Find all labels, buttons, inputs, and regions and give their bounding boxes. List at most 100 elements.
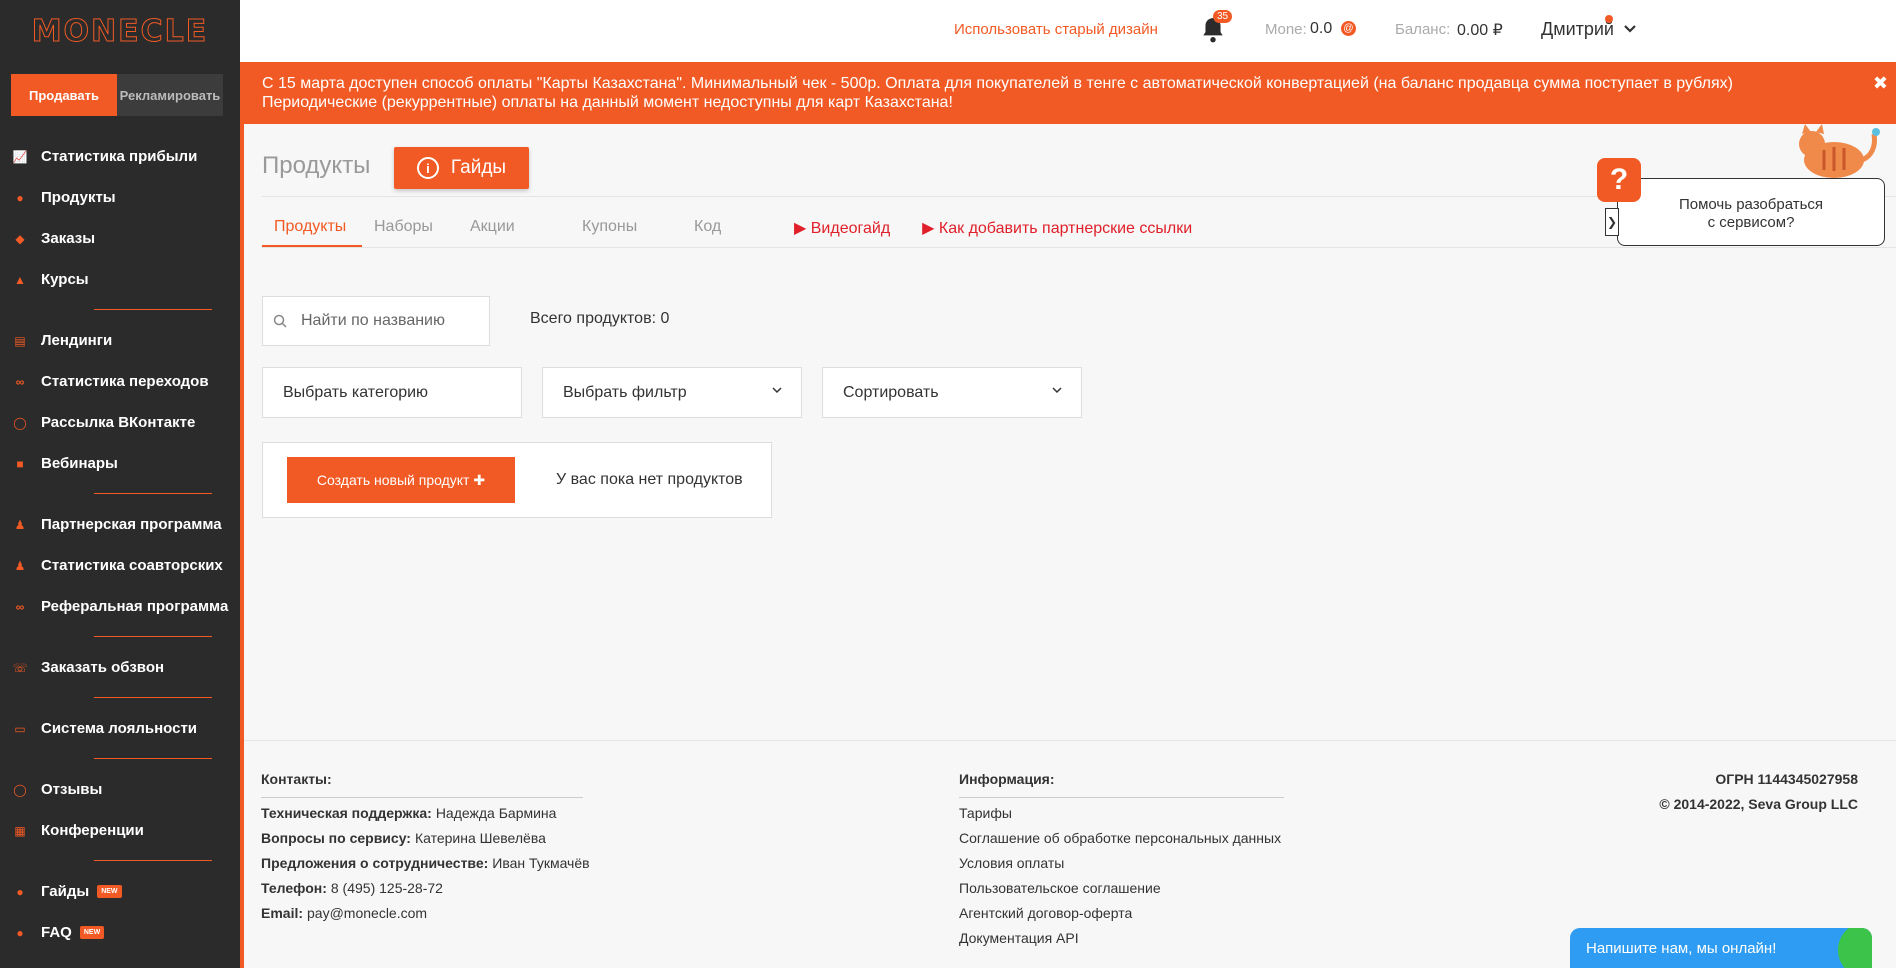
sidebar-item-label: Статистика переходов — [41, 373, 209, 390]
help-line-2: с сервисом? — [1707, 214, 1795, 231]
footer-link[interactable]: Документация API — [959, 930, 1079, 946]
contact-label: Email: — [261, 905, 304, 921]
chat-label: Напишите нам, мы онлайн! — [1586, 940, 1777, 957]
user-menu[interactable]: Дмитрий — [1541, 19, 1614, 40]
chevron-right-icon[interactable]: ❯ — [1605, 208, 1619, 236]
tab[interactable]: Купоны — [570, 218, 682, 248]
sidebar-divider — [94, 860, 212, 861]
sidebar-item[interactable]: ▲ Курсы — [0, 259, 240, 300]
sidebar-menu: 📈 Статистика прибыли ● Продукты ◆ Заказы ▲ Курс… — [0, 136, 240, 953]
help-line-1: Помочь разобраться — [1678, 196, 1824, 213]
sidebar-item[interactable]: ☏ Заказать обзвон — [0, 647, 240, 688]
contacts-heading: Контакты: — [261, 771, 332, 787]
info-circle-icon: ● — [16, 884, 24, 899]
sidebar-item-label: Заказать обзвон — [41, 659, 165, 676]
sidebar-item[interactable]: ▭ Система лояльности — [0, 708, 240, 749]
footer-divider — [244, 740, 1896, 741]
sidebar-item[interactable]: 📈 Статистика прибыли — [0, 136, 240, 177]
sidebar-item-label: Продукты — [41, 189, 116, 206]
money-value: 0.0 — [1310, 20, 1333, 37]
tag-icon: ◆ — [15, 231, 25, 246]
chevron-down-icon[interactable] — [1622, 20, 1638, 36]
tab[interactable]: Акции — [458, 218, 570, 248]
phone-icon: ☏ — [12, 660, 28, 675]
comments-icon: ◯ — [13, 782, 27, 797]
balance-label: Баланс: — [1395, 21, 1451, 38]
divider — [261, 797, 583, 798]
sidebar-item-label: Лендинги — [41, 332, 113, 349]
help-bubble[interactable]: Помочь разобраться с сервисом? — [1617, 178, 1885, 246]
sidebar-divider — [94, 697, 212, 698]
chevron-down-icon — [772, 387, 782, 394]
sidebar-item[interactable]: ▦ Конференции — [0, 810, 240, 851]
sidebar-item[interactable]: ∞ Реферальная программа — [0, 586, 240, 627]
contact-line: Email: pay@monecle.com — [261, 905, 427, 921]
footer-link[interactable]: Агентский договор-оферта — [959, 905, 1132, 921]
contact-value[interactable]: pay@monecle.com — [307, 905, 427, 921]
contact-label: Техническая поддержка: — [261, 805, 432, 821]
chart-line-icon: 📈 — [12, 149, 28, 164]
tab[interactable]: ▶ Видеогайд — [782, 218, 910, 248]
sidebar-item[interactable]: ♟ Партнерская программа — [0, 504, 240, 545]
footer-link[interactable]: Тарифы — [959, 805, 1012, 821]
tab[interactable]: ▶ Как добавить партнерские ссылки — [910, 218, 1212, 248]
question-icon[interactable]: ? — [1597, 158, 1641, 202]
category-select[interactable]: Выбрать категорию — [262, 367, 522, 418]
sidebar-item[interactable]: ◯ Рассылка ВКонтакте — [0, 402, 240, 443]
guides-button[interactable]: i Гайды — [394, 147, 529, 189]
create-product-button[interactable]: Создать новый продукт ✚ — [287, 457, 515, 503]
page-title: Продукты — [262, 152, 371, 179]
sidebar-item-label: Курсы — [41, 271, 89, 288]
contact-value: Иван Тукмачёв — [492, 855, 590, 871]
banner-line-1: С 15 марта доступен способ оплаты "Карты… — [262, 75, 1733, 92]
filter-select[interactable]: Выбрать фильтр — [542, 367, 802, 418]
sidebar-item[interactable]: ● Гайды NEW — [0, 871, 240, 912]
sidebar-item[interactable]: ∞ Статистика переходов — [0, 361, 240, 402]
money-label: Mone: — [1265, 21, 1307, 38]
footer-link[interactable]: Пользовательское соглашение — [959, 880, 1161, 896]
banner-line-2: Периодические (рекуррентные) оплаты на д… — [262, 94, 953, 111]
sidebar-item[interactable]: ◯ Отзывы — [0, 769, 240, 810]
close-icon[interactable]: ✖ — [1873, 74, 1888, 93]
sidebar-item[interactable]: ■ Вебинары — [0, 443, 240, 484]
new-badge: NEW — [79, 926, 105, 939]
sidebar-item-label: FAQ — [41, 924, 72, 941]
users-icon: ♟ — [14, 558, 26, 573]
contact-line: Техническая поддержка: Надежда Бармина — [261, 805, 556, 821]
tab[interactable]: Продукты — [262, 218, 362, 248]
graduation-cap-icon: ▲ — [14, 272, 26, 287]
tab[interactable]: Код — [682, 218, 782, 248]
sidebar-item-label: Конференции — [41, 822, 144, 839]
sidebar-item-label: Реферальная программа — [41, 598, 229, 615]
footer-link[interactable]: Соглашение об обработке персональных дан… — [959, 830, 1281, 846]
sidebar-item[interactable]: ◆ Заказы — [0, 218, 240, 259]
info-icon: i — [416, 157, 439, 179]
mode-sell-button[interactable]: Продавать — [11, 74, 117, 116]
document-icon: ▤ — [14, 333, 26, 348]
chat-widget[interactable]: Напишите нам, мы онлайн! — [1570, 928, 1872, 968]
sidebar: MONECLE Продавать Рекламировать 📈 Статист… — [0, 0, 240, 968]
tab[interactable]: Наборы — [362, 218, 458, 248]
sidebar-item-label: Статистика соавторских — [41, 557, 223, 574]
sidebar-item[interactable]: ● Продукты — [0, 177, 240, 218]
sidebar-divider — [94, 758, 212, 759]
footer-link[interactable]: Условия оплаты — [959, 855, 1064, 871]
contact-line: Вопросы по сервису: Катерина Шевелёва — [261, 830, 546, 846]
sidebar-item-label: Партнерская программа — [41, 516, 222, 533]
sidebar-item[interactable]: ▤ Лендинги — [0, 320, 240, 361]
old-design-link[interactable]: Использовать старый дизайн — [954, 21, 1158, 38]
sort-select[interactable]: Сортировать — [822, 367, 1082, 418]
sidebar-item[interactable]: ♟ Статистика соавторских — [0, 545, 240, 586]
sidebar-item[interactable]: ● FAQ NEW — [0, 912, 240, 953]
cat-mascot-icon — [1799, 124, 1880, 178]
logo[interactable]: MONECLE — [0, 0, 240, 62]
search-input[interactable] — [301, 312, 471, 330]
logo-text: MONECLE — [31, 13, 209, 49]
copyright: © 2014-2022, Seva Group LLC — [1659, 796, 1858, 812]
coin-icon: @ — [1341, 21, 1356, 36]
sidebar-item-label: Статистика прибыли — [41, 148, 198, 165]
question-icon: ● — [16, 925, 24, 940]
empty-state: Создать новый продукт ✚ У вас пока нет п… — [262, 442, 772, 518]
contact-label: Вопросы по сервису: — [261, 830, 411, 846]
mode-advertise-button[interactable]: Рекламировать — [117, 74, 223, 116]
